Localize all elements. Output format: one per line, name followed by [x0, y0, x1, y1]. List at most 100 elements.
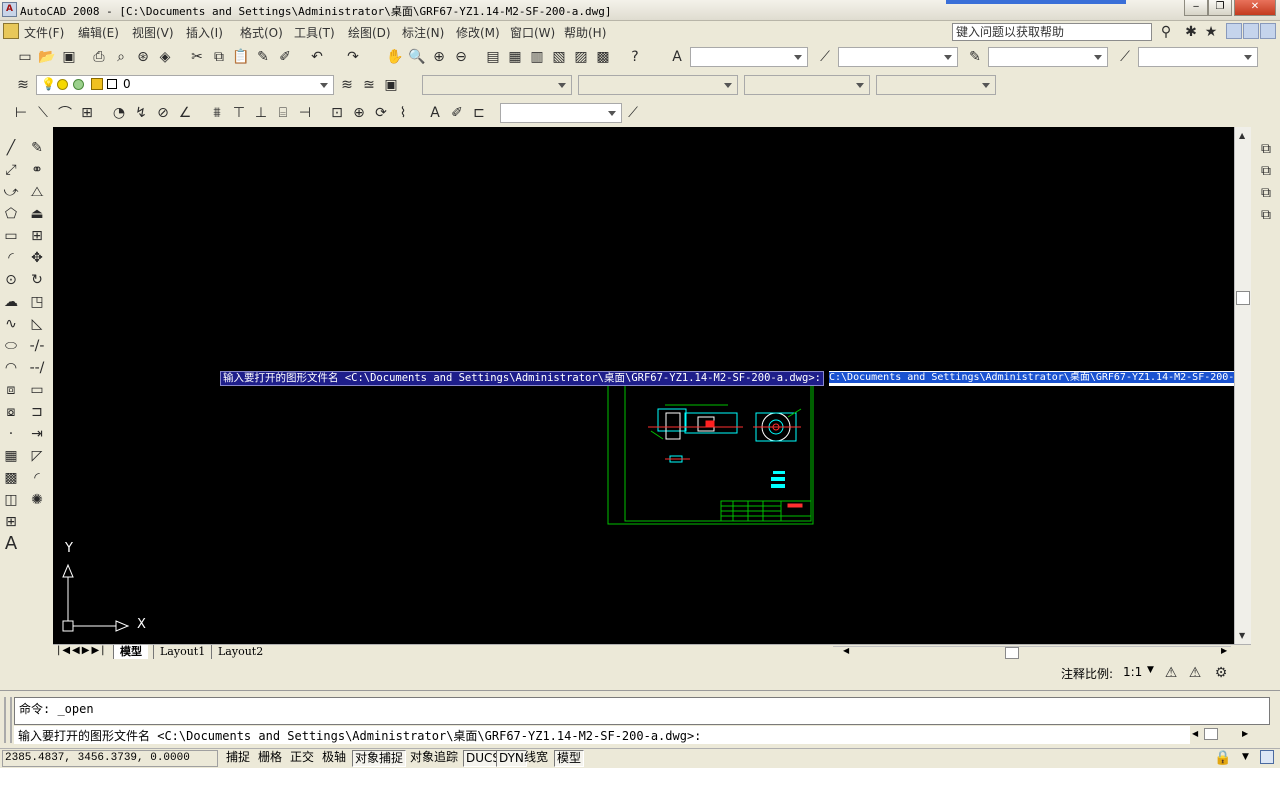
- radius-dim-icon[interactable]: ◔: [108, 102, 130, 124]
- angular-dim-icon[interactable]: ∠: [174, 102, 196, 124]
- help-search-input[interactable]: 键入问题以获取帮助: [952, 23, 1152, 41]
- explode-icon[interactable]: ✺: [26, 489, 48, 510]
- baseline-dim-icon[interactable]: ⊤: [228, 102, 250, 124]
- ortho-toggle[interactable]: 正交: [288, 750, 316, 767]
- horizontal-scrollbar[interactable]: ◀ ▶: [833, 646, 1231, 659]
- ordinate-dim-icon[interactable]: ⊞: [76, 102, 98, 124]
- cmd-scroll-thumb[interactable]: [1204, 728, 1218, 740]
- copy-icon[interactable]: ⧉: [208, 46, 230, 68]
- polar-toggle[interactable]: 极轴: [320, 750, 348, 767]
- command-window-grip[interactable]: [4, 697, 12, 743]
- save-icon[interactable]: ▣: [58, 46, 80, 68]
- construction-line-icon[interactable]: ⤢: [0, 159, 22, 180]
- spline-icon[interactable]: ∿: [0, 313, 22, 334]
- menu-dimension[interactable]: 标注(N): [402, 24, 444, 41]
- undo-icon[interactable]: ↶: [306, 46, 328, 68]
- copy-object-icon[interactable]: ⚭: [26, 159, 48, 180]
- offset-icon[interactable]: ⏏: [26, 203, 48, 224]
- polyline-icon[interactable]: ⤻: [0, 181, 22, 202]
- menu-tools[interactable]: 工具(T): [294, 24, 335, 41]
- mirror-icon[interactable]: ⧍: [26, 181, 48, 202]
- circle-icon[interactable]: ⊙: [0, 269, 22, 290]
- zoom-window-icon[interactable]: ⊕: [428, 46, 450, 68]
- move-icon[interactable]: ✥: [26, 247, 48, 268]
- calculator-icon[interactable]: ▩: [592, 46, 614, 68]
- new-icon[interactable]: ▭: [14, 46, 36, 68]
- tolerance-icon[interactable]: ⊡: [326, 102, 348, 124]
- layer-manager-icon[interactable]: ≋: [12, 74, 34, 96]
- cmd-scroll-left-icon[interactable]: ◀: [1192, 729, 1198, 738]
- revision-cloud-icon[interactable]: ☁: [0, 291, 22, 312]
- design-center-icon[interactable]: ▦: [504, 46, 526, 68]
- tab-layout1[interactable]: Layout1: [153, 645, 211, 659]
- dim-space-icon[interactable]: ⌸: [272, 102, 294, 124]
- ellipse-arc-icon[interactable]: ◠: [0, 357, 22, 378]
- 3d-dwf-icon[interactable]: ◈: [154, 46, 176, 68]
- menu-file[interactable]: 文件(F): [24, 24, 64, 41]
- color-control-select[interactable]: [422, 75, 572, 95]
- menu-view[interactable]: 视图(V): [132, 24, 174, 41]
- chevron-down-icon[interactable]: ▼: [1147, 665, 1154, 675]
- status-menu-chevron-icon[interactable]: ▼: [1242, 752, 1249, 762]
- dim-style-control-select[interactable]: [500, 103, 622, 123]
- doc-restore-button[interactable]: [1243, 23, 1259, 39]
- dim-style-icon[interactable]: ⟋: [814, 46, 836, 68]
- dimension-style-icon[interactable]: ⟋: [622, 102, 644, 124]
- dim-edit-icon[interactable]: A: [424, 102, 446, 124]
- stretch-icon[interactable]: ◺: [26, 313, 48, 334]
- aligned-dim-icon[interactable]: ⟍: [32, 102, 54, 124]
- fillet-icon[interactable]: ◜: [26, 467, 48, 488]
- scroll-right-icon[interactable]: ▶: [1221, 646, 1227, 655]
- linetype-control-select[interactable]: [578, 75, 738, 95]
- jogged-linear-icon[interactable]: ⌇: [392, 102, 414, 124]
- properties-icon[interactable]: ▤: [482, 46, 504, 68]
- plot-preview-icon[interactable]: ⌕: [110, 46, 132, 68]
- region-icon[interactable]: ◫: [0, 489, 22, 510]
- layer-states-icon[interactable]: ▣: [380, 74, 402, 96]
- erase-icon[interactable]: ✎: [26, 137, 48, 158]
- arc-icon[interactable]: ◜: [0, 247, 22, 268]
- cmd-scroll-right-icon[interactable]: ▶: [1242, 729, 1248, 738]
- rotate-icon[interactable]: ↻: [26, 269, 48, 290]
- diameter-dim-icon[interactable]: ⊘: [152, 102, 174, 124]
- make-current-layer-icon[interactable]: ≋: [336, 74, 358, 96]
- menu-format[interactable]: 格式(O): [240, 24, 283, 41]
- annotation-scale-select[interactable]: 1:1: [1123, 665, 1142, 679]
- open-icon[interactable]: 📂: [36, 46, 58, 68]
- annotation-visibility-icon[interactable]: ⚠: [1160, 662, 1182, 684]
- rectangle-icon[interactable]: ▭: [0, 225, 22, 246]
- multileader-style-select[interactable]: [1138, 47, 1258, 67]
- hatch-icon[interactable]: ▦: [0, 445, 22, 466]
- send-under-icon[interactable]: ⧉: [1255, 204, 1277, 225]
- tab-nav-icon[interactable]: |◀◀▶▶|: [57, 645, 107, 656]
- horizontal-scroll-thumb[interactable]: [1005, 647, 1019, 659]
- ellipse-icon[interactable]: ⬭: [0, 335, 22, 356]
- gradient-icon[interactable]: ▩: [0, 467, 22, 488]
- bring-above-icon[interactable]: ⧉: [1255, 182, 1277, 203]
- join-icon[interactable]: ⇥: [26, 423, 48, 444]
- arc-length-icon[interactable]: ⌒: [54, 102, 76, 124]
- coordinate-display[interactable]: 2385.4837, 3456.3739, 0.0000: [2, 750, 218, 767]
- tab-layout2[interactable]: Layout2: [211, 645, 269, 659]
- multileader-style-icon[interactable]: ⟋: [1114, 46, 1136, 68]
- clean-screen-icon[interactable]: [1260, 750, 1274, 764]
- doc-close-button[interactable]: [1260, 23, 1276, 39]
- otrack-toggle[interactable]: 对象追踪: [408, 750, 460, 767]
- polygon-icon[interactable]: ⬠: [0, 203, 22, 224]
- multiline-text-icon[interactable]: A: [0, 533, 22, 554]
- lineweight-control-select[interactable]: [744, 75, 870, 95]
- vertical-scroll-thumb[interactable]: [1236, 291, 1250, 305]
- point-icon[interactable]: ·: [0, 423, 22, 444]
- restore-button[interactable]: ❐: [1208, 0, 1232, 16]
- quick-dim-icon[interactable]: ⩩: [206, 102, 228, 124]
- continue-dim-icon[interactable]: ⊥: [250, 102, 272, 124]
- bring-to-front-icon[interactable]: ⧉: [1255, 138, 1277, 159]
- menu-insert[interactable]: 插入(I): [186, 24, 223, 41]
- minimize-button[interactable]: ‒: [1184, 0, 1208, 16]
- auto-scale-icon[interactable]: ⚠: [1184, 662, 1206, 684]
- scroll-up-icon[interactable]: ▲: [1239, 131, 1245, 140]
- pan-icon[interactable]: ✋: [384, 46, 406, 68]
- extend-icon[interactable]: --/: [26, 357, 48, 378]
- linear-dim-icon[interactable]: ⊢: [10, 102, 32, 124]
- menu-modify[interactable]: 修改(M): [456, 24, 500, 41]
